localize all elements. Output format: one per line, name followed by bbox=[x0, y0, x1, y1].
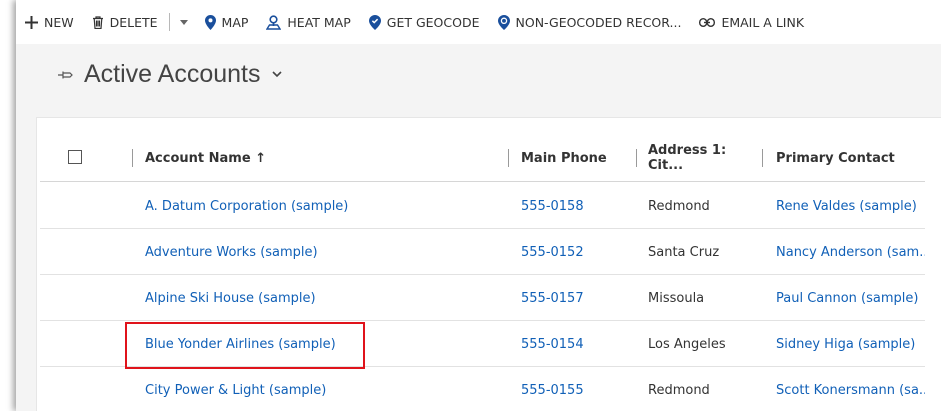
toolbar-separator bbox=[168, 13, 170, 31]
table-row[interactable]: City Power & Light (sample) 555-0155 Red… bbox=[40, 367, 925, 411]
grid-header: Account Name ↑ Main Phone Address 1: Cit… bbox=[40, 134, 925, 182]
new-button[interactable]: NEW bbox=[16, 0, 83, 44]
main-phone-link[interactable]: 555-0154 bbox=[521, 321, 631, 367]
column-separator[interactable] bbox=[762, 149, 763, 167]
heat-map-button-label: HEAT MAP bbox=[287, 14, 351, 30]
column-header-label: Main Phone bbox=[521, 150, 607, 166]
address-city-text: Redmond bbox=[648, 198, 710, 214]
view-title: Active Accounts bbox=[84, 60, 261, 88]
email-link-button-label: EMAIL A LINK bbox=[721, 14, 805, 30]
pin-icon bbox=[58, 70, 74, 80]
get-geocode-button-label: GET GEOCODE bbox=[386, 14, 480, 30]
primary-contact-link[interactable]: Sidney Higa (sample) bbox=[776, 321, 925, 367]
view-header: Active Accounts bbox=[16, 44, 941, 112]
map-button[interactable]: MAP bbox=[196, 0, 258, 44]
column-header-address-city[interactable]: Address 1: Cit... bbox=[648, 134, 764, 182]
email-link-button[interactable]: EMAIL A LINK bbox=[690, 0, 813, 44]
more-commands-dropdown[interactable] bbox=[172, 0, 196, 44]
heat-map-icon bbox=[266, 14, 282, 30]
select-all-checkbox[interactable] bbox=[68, 150, 82, 164]
new-button-label: NEW bbox=[44, 14, 74, 30]
table-row[interactable]: A. Datum Corporation (sample) 555-0158 R… bbox=[40, 183, 925, 229]
primary-contact-link[interactable]: Rene Valdes (sample) bbox=[776, 183, 925, 229]
column-header-account-name[interactable]: Account Name ↑ bbox=[145, 134, 505, 182]
delete-button-label: DELETE bbox=[109, 14, 158, 30]
table-row[interactable]: Alpine Ski House (sample) 555-0157 Misso… bbox=[40, 275, 925, 321]
address-city-text: Santa Cruz bbox=[648, 244, 720, 260]
geocode-x-icon bbox=[497, 14, 510, 30]
main-phone-link[interactable]: 555-0152 bbox=[521, 229, 631, 275]
column-header-label: Account Name ↑ bbox=[145, 150, 267, 166]
column-separator[interactable] bbox=[636, 149, 637, 167]
column-header-label: Address 1: Cit... bbox=[648, 143, 727, 173]
chevron-down-icon bbox=[179, 19, 188, 25]
non-geocoded-records-button[interactable]: NON-GEOCODED RECOR... bbox=[489, 0, 691, 44]
trash-icon bbox=[92, 15, 103, 29]
column-header-main-phone[interactable]: Main Phone bbox=[521, 134, 631, 182]
heat-map-button[interactable]: HEAT MAP bbox=[257, 0, 359, 44]
non-geocoded-records-button-label: NON-GEOCODED RECOR... bbox=[515, 14, 682, 30]
table-row[interactable]: Adventure Works (sample) 555-0152 Santa … bbox=[40, 229, 925, 275]
column-separator bbox=[132, 149, 133, 167]
command-bar: NEW DELETE MAP HEAT MAP GET GEOCODE NON-… bbox=[16, 0, 941, 44]
get-geocode-button[interactable]: GET GEOCODE bbox=[360, 0, 489, 44]
account-name-link[interactable]: City Power & Light (sample) bbox=[145, 367, 505, 411]
main-phone-link[interactable]: 555-0158 bbox=[521, 183, 631, 229]
account-name-link[interactable]: Alpine Ski House (sample) bbox=[145, 275, 505, 321]
primary-contact-link[interactable]: Paul Cannon (sample) bbox=[776, 275, 925, 321]
account-name-link[interactable]: Adventure Works (sample) bbox=[145, 229, 505, 275]
column-header-label: Primary Contact bbox=[776, 150, 895, 166]
map-button-label: MAP bbox=[221, 14, 249, 30]
highlight-box bbox=[125, 322, 365, 369]
primary-contact-link[interactable]: Scott Konersmann (sa... bbox=[776, 367, 925, 411]
main-phone-link[interactable]: 555-0157 bbox=[521, 275, 631, 321]
view-selector[interactable]: Active Accounts bbox=[58, 60, 283, 89]
delete-button[interactable]: DELETE bbox=[83, 0, 167, 44]
main-phone-link[interactable]: 555-0155 bbox=[521, 367, 631, 411]
map-pin-icon bbox=[204, 14, 216, 30]
address-city-text: Missoula bbox=[648, 290, 705, 306]
column-separator[interactable] bbox=[508, 149, 509, 167]
chevron-down-icon bbox=[272, 71, 283, 78]
address-city-text: Redmond bbox=[648, 382, 710, 398]
column-header-primary-contact[interactable]: Primary Contact bbox=[776, 134, 926, 182]
primary-contact-link[interactable]: Nancy Anderson (sam... bbox=[776, 229, 925, 275]
account-name-link[interactable]: A. Datum Corporation (sample) bbox=[145, 183, 505, 229]
address-city-text: Los Angeles bbox=[648, 336, 726, 352]
plus-icon bbox=[25, 15, 38, 29]
geocode-check-icon bbox=[368, 14, 381, 30]
link-icon bbox=[699, 17, 716, 27]
